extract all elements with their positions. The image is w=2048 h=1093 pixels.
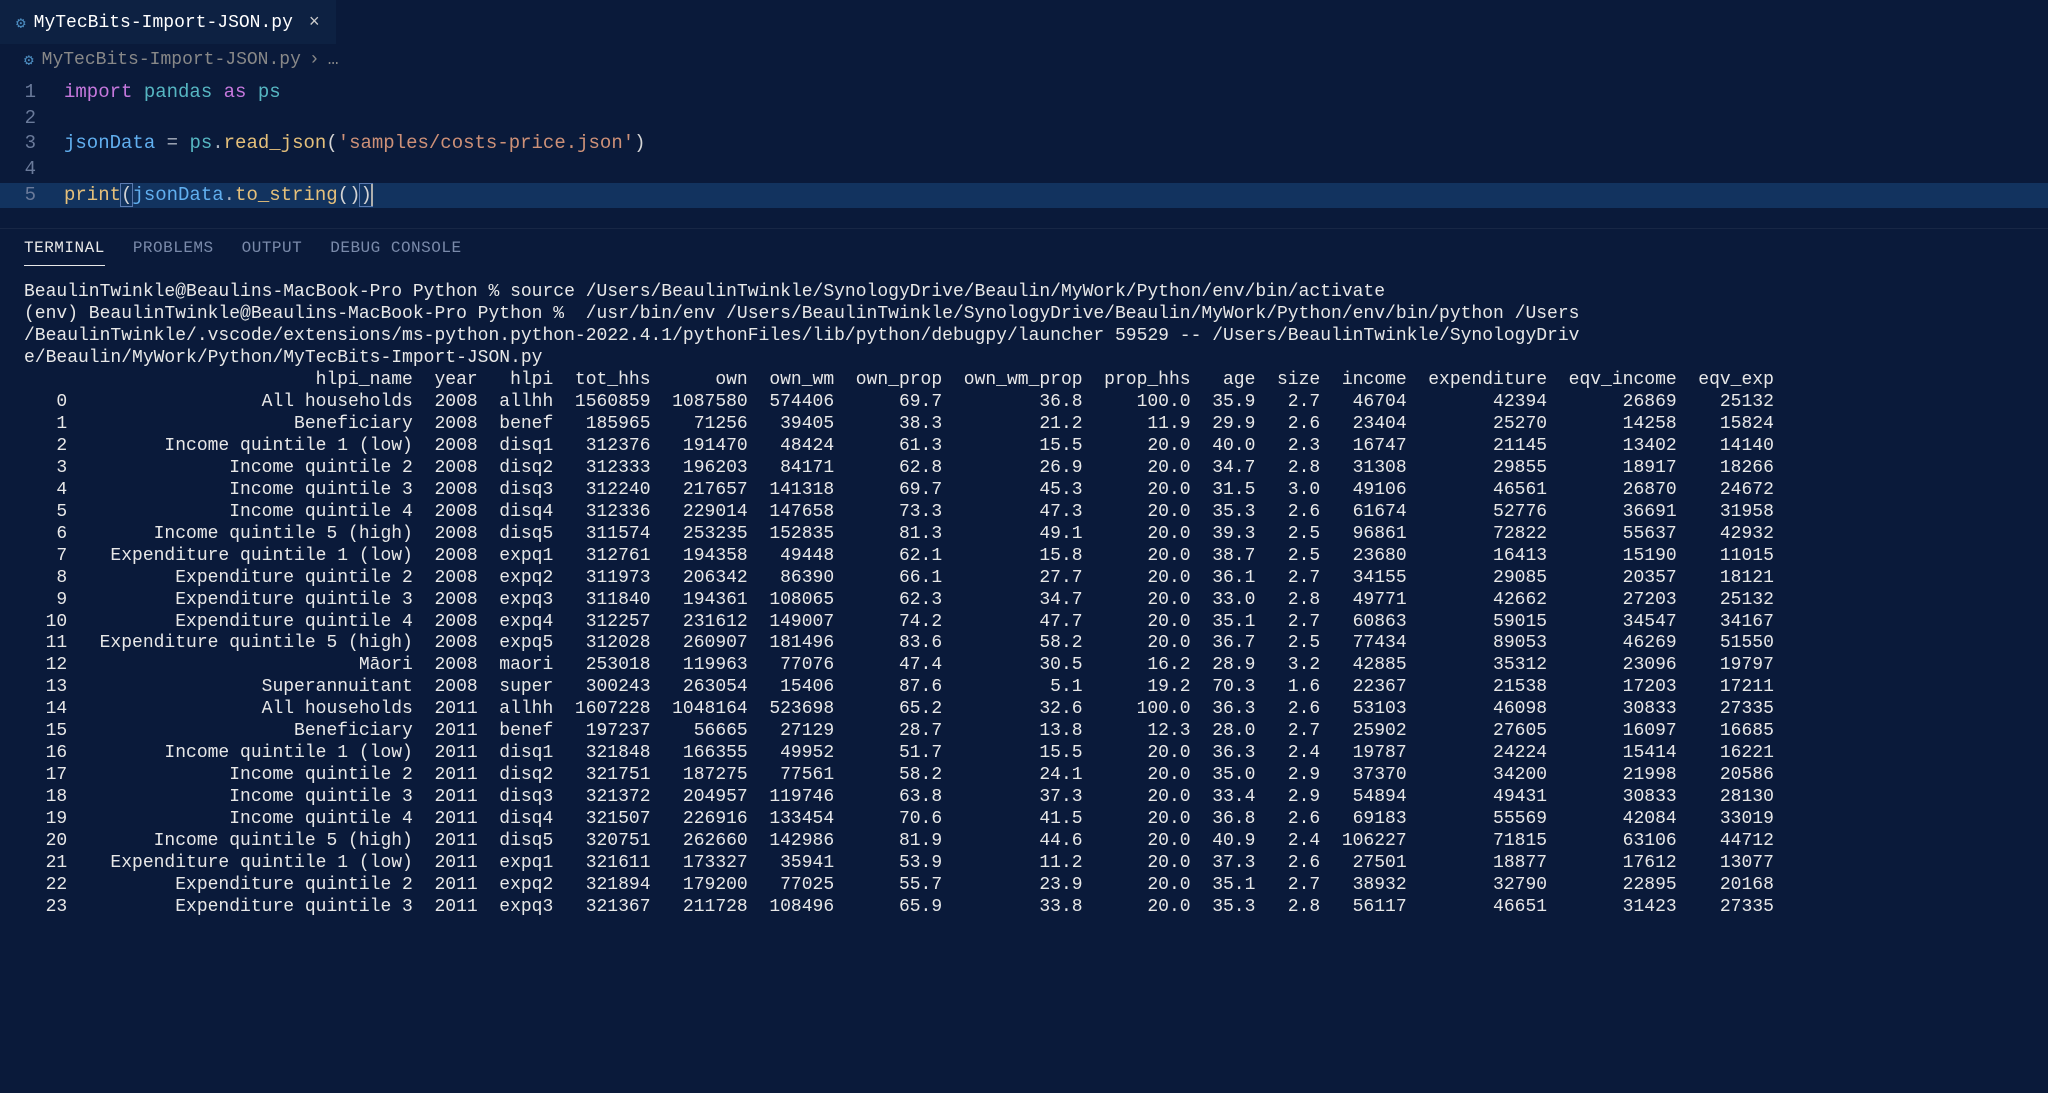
python-file-icon: ⚙ bbox=[24, 50, 34, 70]
editor-line[interactable]: 5print(jsonData.to_string()) bbox=[0, 183, 2048, 209]
terminal-line: /BeaulinTwinkle/.vscode/extensions/ms-py… bbox=[24, 326, 2024, 348]
tab-terminal[interactable]: TERMINAL bbox=[24, 239, 105, 266]
table-row: 13 Superannuitant 2008 super 300243 2630… bbox=[24, 677, 2024, 699]
table-row: 20 Income quintile 5 (high) 2011 disq5 3… bbox=[24, 831, 2024, 853]
table-row: 10 Expenditure quintile 4 2008 expq4 312… bbox=[24, 612, 2024, 634]
table-row: 14 All households 2011 allhh 1607228 104… bbox=[24, 699, 2024, 721]
breadcrumb: ⚙ MyTecBits-Import-JSON.py › … bbox=[0, 44, 2048, 76]
editor-line[interactable]: 4 bbox=[0, 157, 2048, 183]
tab-problems[interactable]: PROBLEMS bbox=[133, 239, 214, 266]
tab-bar: ⚙ MyTecBits-Import-JSON.py × bbox=[0, 0, 2048, 44]
table-row: 15 Beneficiary 2011 benef 197237 56665 2… bbox=[24, 721, 2024, 743]
table-row: 22 Expenditure quintile 2 2011 expq2 321… bbox=[24, 875, 2024, 897]
table-row: 19 Income quintile 4 2011 disq4 321507 2… bbox=[24, 809, 2024, 831]
table-row: 3 Income quintile 2 2008 disq2 312333 19… bbox=[24, 458, 2024, 480]
editor-tab[interactable]: ⚙ MyTecBits-Import-JSON.py × bbox=[0, 0, 336, 44]
line-number: 1 bbox=[0, 80, 64, 106]
editor-line[interactable]: 2 bbox=[0, 106, 2048, 132]
table-row: 5 Income quintile 4 2008 disq4 312336 22… bbox=[24, 502, 2024, 524]
terminal-line: e/Beaulin/MyWork/Python/MyTecBits-Import… bbox=[24, 348, 2024, 370]
table-row: 23 Expenditure quintile 3 2011 expq3 321… bbox=[24, 897, 2024, 919]
terminal-line: BeaulinTwinkle@Beaulins-MacBook-Pro Pyth… bbox=[24, 282, 2024, 304]
line-content: import pandas as ps bbox=[64, 80, 281, 106]
table-row: 12 Māori 2008 maori 253018 119963 77076 … bbox=[24, 655, 2024, 677]
table-row: 8 Expenditure quintile 2 2008 expq2 3119… bbox=[24, 568, 2024, 590]
tab-label: MyTecBits-Import-JSON.py bbox=[34, 13, 293, 33]
line-content: print(jsonData.to_string()) bbox=[64, 183, 373, 209]
line-number: 4 bbox=[0, 157, 64, 183]
table-row: 6 Income quintile 5 (high) 2008 disq5 31… bbox=[24, 524, 2024, 546]
table-row: 0 All households 2008 allhh 1560859 1087… bbox=[24, 392, 2024, 414]
breadcrumb-ellipsis[interactable]: … bbox=[328, 50, 339, 70]
table-row: 2 Income quintile 1 (low) 2008 disq1 312… bbox=[24, 436, 2024, 458]
python-file-icon: ⚙ bbox=[16, 13, 26, 33]
table-row: 7 Expenditure quintile 1 (low) 2008 expq… bbox=[24, 546, 2024, 568]
terminal-output[interactable]: BeaulinTwinkle@Beaulins-MacBook-Pro Pyth… bbox=[0, 266, 2048, 935]
editor-line[interactable]: 1import pandas as ps bbox=[0, 80, 2048, 106]
tab-output[interactable]: OUTPUT bbox=[242, 239, 303, 266]
table-row: 18 Income quintile 3 2011 disq3 321372 2… bbox=[24, 787, 2024, 809]
table-row: 16 Income quintile 1 (low) 2011 disq1 32… bbox=[24, 743, 2024, 765]
line-number: 5 bbox=[0, 183, 64, 209]
table-row: 21 Expenditure quintile 1 (low) 2011 exp… bbox=[24, 853, 2024, 875]
chevron-right-icon: › bbox=[309, 50, 320, 70]
tab-debug-console[interactable]: DEBUG CONSOLE bbox=[330, 239, 461, 266]
close-icon[interactable]: × bbox=[309, 14, 320, 32]
line-number: 3 bbox=[0, 131, 64, 157]
table-header-row: hlpi_name year hlpi tot_hhs own own_wm o… bbox=[24, 370, 2024, 392]
terminal-line: (env) BeaulinTwinkle@Beaulins-MacBook-Pr… bbox=[24, 304, 2024, 326]
panel-tab-bar: TERMINAL PROBLEMS OUTPUT DEBUG CONSOLE bbox=[0, 228, 2048, 266]
table-row: 4 Income quintile 3 2008 disq3 312240 21… bbox=[24, 480, 2024, 502]
table-row: 9 Expenditure quintile 3 2008 expq3 3118… bbox=[24, 590, 2024, 612]
line-content: jsonData = ps.read_json('samples/costs-p… bbox=[64, 131, 646, 157]
text-cursor bbox=[371, 184, 373, 206]
breadcrumb-file[interactable]: MyTecBits-Import-JSON.py bbox=[42, 50, 301, 70]
line-number: 2 bbox=[0, 106, 64, 132]
table-row: 17 Income quintile 2 2011 disq2 321751 1… bbox=[24, 765, 2024, 787]
code-editor[interactable]: 1import pandas as ps23jsonData = ps.read… bbox=[0, 76, 2048, 220]
editor-line[interactable]: 3jsonData = ps.read_json('samples/costs-… bbox=[0, 131, 2048, 157]
table-row: 11 Expenditure quintile 5 (high) 2008 ex… bbox=[24, 633, 2024, 655]
table-row: 1 Beneficiary 2008 benef 185965 71256 39… bbox=[24, 414, 2024, 436]
